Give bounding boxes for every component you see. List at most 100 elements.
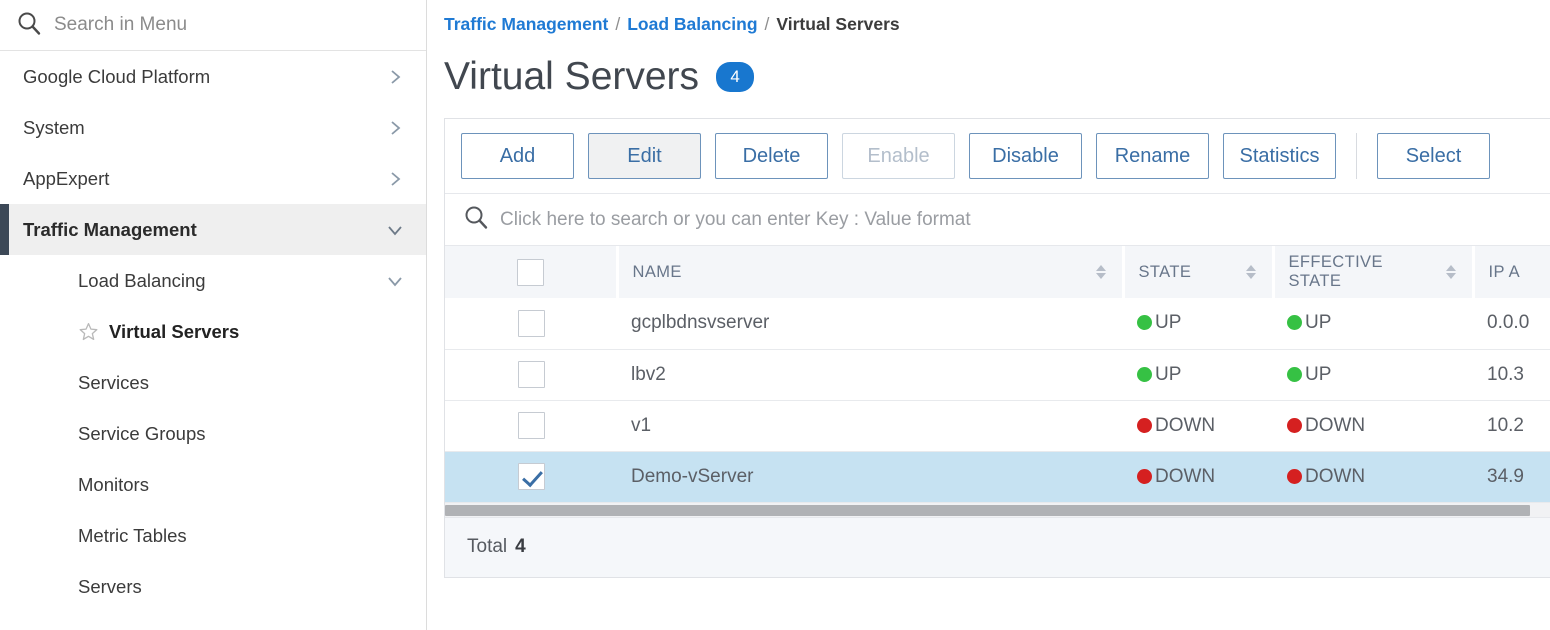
disable-button[interactable]: Disable	[969, 133, 1082, 179]
sidebar-search-input[interactable]	[54, 14, 374, 36]
sidebar-item-service-groups[interactable]: Service Groups	[0, 408, 426, 459]
sort-icon[interactable]	[1444, 263, 1458, 281]
cell-ip-address: 0.0.0	[1473, 298, 1550, 350]
delete-button[interactable]: Delete	[715, 133, 828, 179]
record-count-badge: 4	[716, 62, 755, 92]
table-row[interactable]: lbv2 UP UP 10.3	[445, 349, 1550, 401]
column-header-name[interactable]: NAME	[617, 246, 1125, 298]
rename-button[interactable]: Rename	[1096, 133, 1209, 179]
sort-icon[interactable]	[1094, 263, 1108, 281]
row-checkbox[interactable]	[517, 412, 545, 439]
page-title: Virtual Servers	[444, 55, 700, 98]
sidebar-item-label: Monitors	[78, 473, 149, 495]
cell-ip-address: 34.9	[1473, 451, 1550, 503]
breadcrumb-link-load-balancing[interactable]: Load Balancing	[627, 14, 757, 34]
sidebar-item-label: Metric Tables	[78, 524, 187, 546]
table-row[interactable]: v1 DOWN DOWN 10.2	[445, 400, 1550, 452]
total-value: 4	[515, 536, 526, 557]
cell-effective-state: UP	[1273, 349, 1473, 401]
cell-name: v1	[617, 400, 1123, 452]
star-outline-icon[interactable]	[78, 321, 99, 342]
select-action-button[interactable]: Select	[1377, 133, 1490, 179]
status-dot-icon	[1137, 417, 1152, 433]
column-label: IP A	[1488, 262, 1521, 281]
row-checkbox-cell	[445, 451, 617, 503]
table-row[interactable]: gcplbdnsvserver UP UP 0.0.0	[445, 298, 1550, 350]
sidebar-item-load-balancing[interactable]: Load Balancing	[0, 255, 426, 306]
cell-ip-address: 10.2	[1473, 400, 1550, 452]
column-header-state[interactable]: STATE	[1123, 246, 1275, 298]
table-horizontal-scrollbar[interactable]	[445, 502, 1550, 517]
row-checkbox-cell	[445, 349, 617, 401]
search-icon	[16, 10, 42, 41]
state-label: DOWN	[1155, 465, 1216, 487]
sidebar-item-servers[interactable]: Servers	[0, 561, 426, 612]
cell-state: DOWN	[1123, 400, 1273, 452]
statistics-button[interactable]: Statistics	[1223, 133, 1336, 179]
cell-state: UP	[1123, 349, 1273, 401]
sidebar-item-appexpert[interactable]: AppExpert	[0, 153, 426, 204]
row-checkbox-cell	[445, 298, 617, 350]
effective-state-label: DOWN	[1305, 465, 1366, 487]
sidebar-item-label: Google Cloud Platform	[23, 65, 211, 87]
sort-icon[interactable]	[1244, 263, 1258, 281]
status-dot-icon	[1287, 468, 1302, 484]
effective-state-label: UP	[1305, 363, 1332, 385]
sidebar-item-label: AppExpert	[23, 167, 110, 189]
status-dot-icon	[1287, 315, 1302, 331]
cell-state: DOWN	[1123, 451, 1273, 503]
effective-state-label: DOWN	[1305, 414, 1366, 436]
sidebar-item-metric-tables[interactable]: Metric Tables	[0, 510, 426, 561]
table-row[interactable]: Demo-vServer DOWN DOWN 34.9	[445, 451, 1550, 503]
table-header-row: NAME STATE EFFECTIVE STATE IP A	[445, 246, 1550, 298]
table-head: NAME STATE EFFECTIVE STATE IP A	[445, 246, 1550, 298]
cell-effective-state: DOWN	[1273, 451, 1473, 503]
sidebar-item-label: Servers	[78, 575, 142, 597]
page-title-row: Virtual Servers 4	[427, 35, 1550, 99]
action-toolbar: Add Edit Delete Enable Disable Rename St…	[445, 119, 1550, 194]
row-checkbox[interactable]	[517, 463, 545, 490]
breadcrumb-separator: /	[615, 14, 621, 34]
sidebar-item-label: Traffic Management	[23, 218, 197, 240]
sidebar-item-google-cloud-platform[interactable]: Google Cloud Platform	[0, 51, 426, 102]
column-label: STATE	[1138, 262, 1192, 281]
chevron-right-icon	[386, 170, 404, 188]
sidebar-item-monitors[interactable]: Monitors	[0, 459, 426, 510]
cell-effective-state: DOWN	[1273, 400, 1473, 452]
virtual-servers-table: NAME STATE EFFECTIVE STATE IP A gcplbdns…	[445, 246, 1550, 503]
scrollbar-thumb[interactable]	[445, 504, 1530, 516]
column-header-select-all	[445, 246, 619, 298]
table-footer: Total 4	[445, 516, 1550, 577]
status-dot-icon	[1137, 468, 1152, 484]
sidebar-item-label: Services	[78, 371, 149, 393]
sidebar-item-label: System	[23, 116, 85, 138]
row-checkbox[interactable]	[517, 361, 545, 388]
state-label: UP	[1155, 312, 1182, 334]
column-header-effective-state[interactable]: EFFECTIVE STATE	[1273, 246, 1475, 298]
row-checkbox-cell	[445, 400, 617, 452]
app-root: Google Cloud Platform System AppExpert T…	[0, 0, 1550, 630]
virtual-servers-card: Add Edit Delete Enable Disable Rename St…	[444, 118, 1550, 578]
chevron-right-icon	[386, 68, 404, 86]
chevron-down-icon	[386, 221, 404, 239]
sidebar-item-label: Service Groups	[78, 422, 206, 444]
column-label: EFFECTIVE STATE	[1288, 253, 1383, 290]
table-search-input[interactable]	[500, 208, 1320, 231]
status-dot-icon	[1287, 366, 1302, 382]
sidebar-item-traffic-management[interactable]: Traffic Management	[0, 204, 426, 255]
sidebar-item-services[interactable]: Services	[0, 357, 426, 408]
sidebar: Google Cloud Platform System AppExpert T…	[0, 0, 427, 630]
table-search-row[interactable]	[445, 194, 1550, 246]
breadcrumb-link-traffic-management[interactable]: Traffic Management	[444, 14, 608, 34]
row-checkbox[interactable]	[517, 309, 545, 337]
select-all-checkbox[interactable]	[516, 258, 544, 286]
edit-button[interactable]: Edit	[588, 133, 701, 179]
column-header-ip-address[interactable]: IP A	[1473, 246, 1550, 298]
toolbar-divider	[1356, 133, 1357, 179]
sidebar-item-system[interactable]: System	[0, 102, 426, 153]
sidebar-item-virtual-servers[interactable]: Virtual Servers	[0, 306, 426, 357]
sidebar-search-row[interactable]	[0, 0, 426, 51]
breadcrumb-current: Virtual Servers	[776, 14, 900, 34]
table-body: gcplbdnsvserver UP UP 0.0.0 lbv2 UP UP 1…	[445, 298, 1550, 503]
add-button[interactable]: Add	[461, 133, 574, 179]
